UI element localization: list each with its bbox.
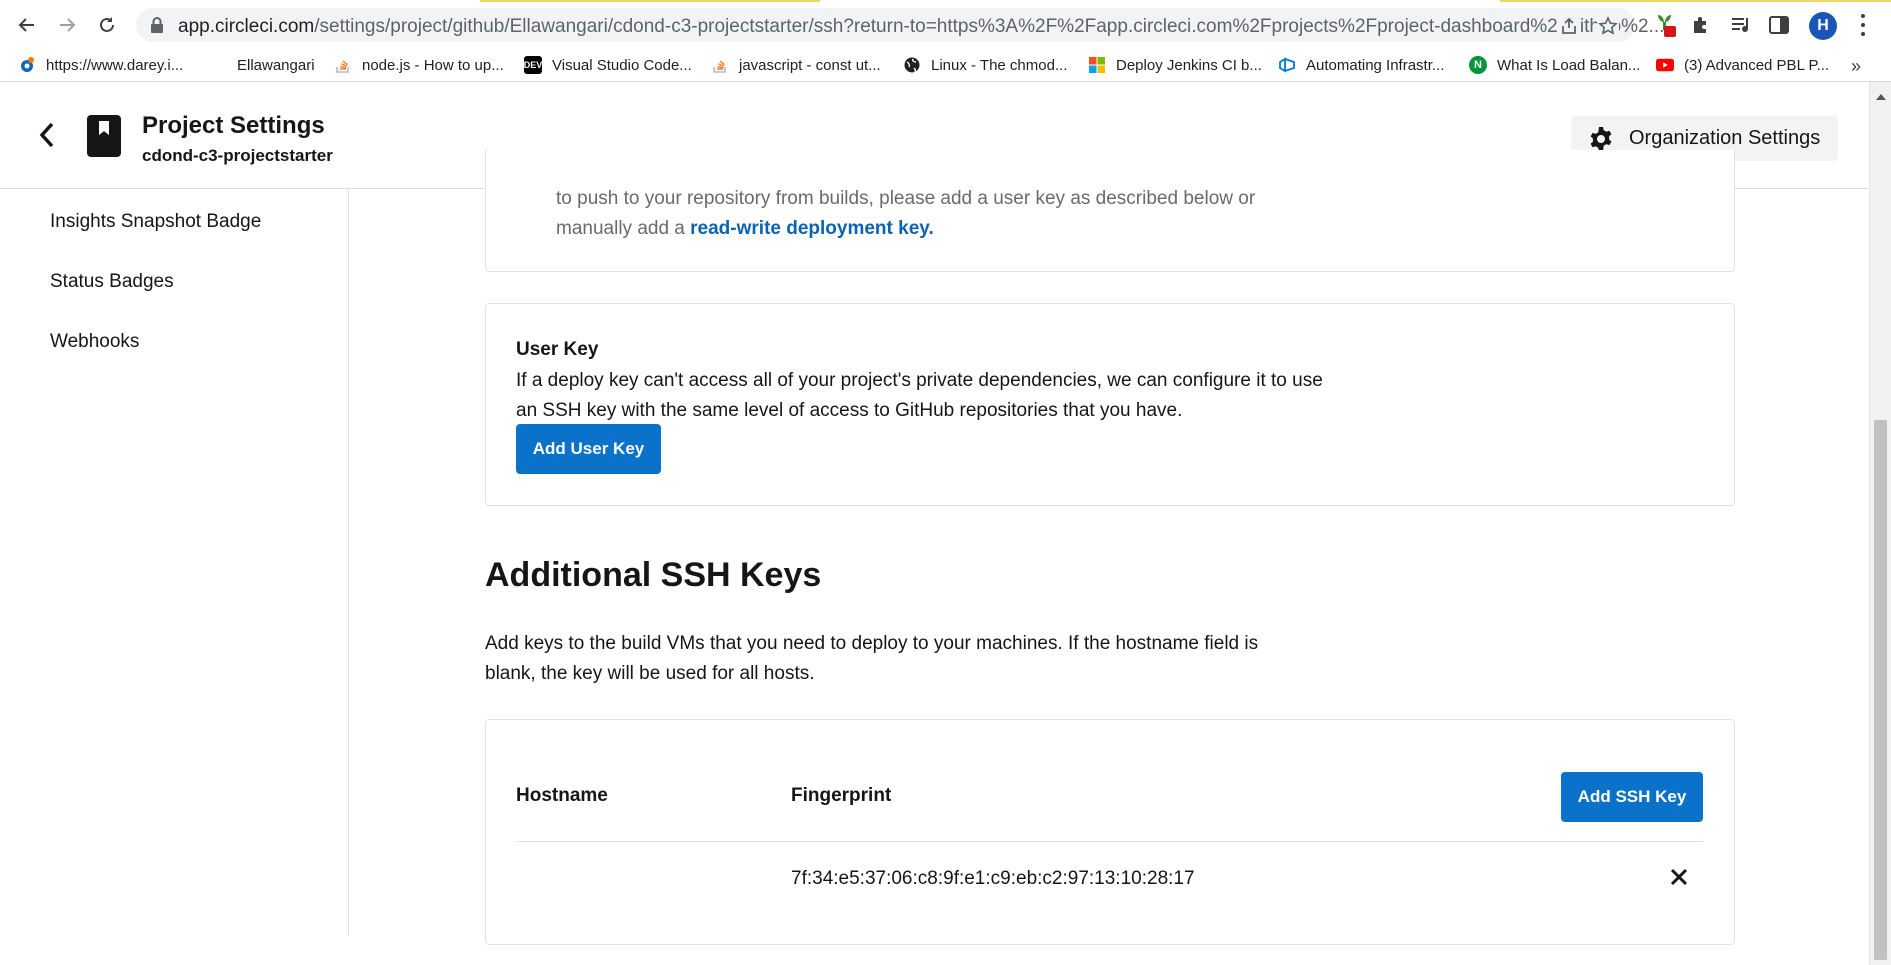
browser-chrome: app.circleci.com/settings/project/github… [0, 0, 1891, 82]
sidebar-item-status-badges[interactable]: Status Badges [50, 271, 174, 293]
bookmark-item[interactable]: DEV Visual Studio Code... [524, 54, 692, 76]
microsoft-icon [1088, 56, 1106, 74]
additional-ssh-keys-description: Add keys to the build VMs that you need … [485, 633, 1259, 684]
hostname-column-header: Hostname [516, 785, 608, 806]
additional-ssh-keys-heading: Additional SSH Keys [485, 556, 822, 594]
back-arrow-icon[interactable] [12, 10, 42, 40]
fingerprint-value: 7f:34:e5:37:06:c8:9f:e1:c9:eb:c2:97:13:1… [791, 868, 1195, 889]
scroll-up-arrow-icon[interactable] [1876, 94, 1886, 100]
lock-icon [150, 17, 164, 38]
profile-avatar[interactable]: H [1809, 12, 1837, 40]
star-icon[interactable] [1597, 15, 1619, 37]
darey-icon [18, 56, 36, 74]
user-key-card: User Key If a deploy key can't access al… [485, 303, 1735, 506]
organization-settings-label: Organization Settings [1629, 127, 1821, 149]
table-divider [516, 841, 1703, 842]
settings-sidebar: Insights Snapshot Badge Status Badges We… [0, 189, 349, 935]
project-name: cdond-c3-projectstarter [142, 146, 333, 165]
youtube-icon [1656, 56, 1674, 74]
side-panel-icon[interactable] [1766, 12, 1792, 38]
bookmarks-bar: https://www.darey.i... Ellawangari node.… [0, 50, 1891, 80]
url-text[interactable]: app.circleci.com/settings/project/github… [178, 16, 1678, 38]
bookmark-item[interactable]: N What Is Load Balan... [1469, 54, 1640, 76]
stackoverflow-icon [711, 56, 729, 74]
stackoverflow-icon [334, 56, 352, 74]
page-scrollbar[interactable] [1869, 82, 1891, 965]
dev-icon: DEV [524, 56, 542, 74]
reload-icon[interactable] [92, 10, 122, 40]
bookmark-item[interactable]: (3) Advanced PBL P... [1656, 54, 1829, 76]
read-write-deployment-key-link[interactable]: read-write deployment key [690, 218, 928, 239]
nginx-icon: N [1469, 56, 1487, 74]
address-bar[interactable]: app.circleci.com/settings/project/github… [136, 8, 1664, 42]
bookmark-item[interactable]: Ellawangari [237, 54, 315, 76]
puzzle-extensions-icon[interactable] [1688, 12, 1714, 38]
close-icon[interactable] [1668, 866, 1690, 888]
bookmark-item[interactable]: javascript - const ut... [711, 54, 881, 76]
gear-icon [1587, 125, 1615, 153]
bookmark-item[interactable]: Deploy Jenkins CI b... [1088, 54, 1262, 76]
more-bookmarks-icon[interactable]: » [1851, 56, 1861, 77]
user-key-description: If a deploy key can't access all of your… [516, 370, 1323, 421]
fingerprint-column-header: Fingerprint [791, 785, 892, 806]
add-ssh-key-button[interactable]: Add SSH Key [1561, 772, 1703, 822]
sidebar-item-insights-snapshot-badge[interactable]: Insights Snapshot Badge [50, 211, 261, 233]
share-icon[interactable] [1558, 15, 1580, 37]
globe-icon [903, 56, 921, 74]
bookmark-item[interactable]: Linux - The chmod... [903, 54, 1067, 76]
deploy-key-description: to push to your repository from builds, … [556, 188, 1256, 239]
user-key-title: User Key [516, 339, 599, 360]
azure-icon [1278, 56, 1296, 74]
bookmark-item[interactable]: Automating Infrastr... [1278, 54, 1444, 76]
deploy-key-card: to push to your repository from builds, … [485, 150, 1735, 272]
scrollbar-thumb[interactable] [1874, 420, 1887, 960]
media-queue-icon[interactable] [1728, 12, 1754, 38]
bookmark-item[interactable]: node.js - How to up... [334, 54, 504, 76]
project-book-icon [87, 115, 121, 157]
add-user-key-button[interactable]: Add User Key [516, 424, 661, 474]
chevron-left-icon[interactable] [34, 122, 60, 148]
sidebar-item-webhooks[interactable]: Webhooks [50, 331, 139, 353]
bookmark-item[interactable]: https://www.darey.i... [18, 54, 183, 76]
tab-strip-edge [0, 0, 1891, 2]
browser-menu-icon[interactable] [1857, 12, 1869, 38]
extension-plant-icon[interactable] [1652, 12, 1678, 38]
forward-arrow-icon[interactable] [52, 10, 82, 40]
page-title: Project Settings [142, 112, 325, 139]
ssh-keys-table-card: Hostname Fingerprint Add SSH Key 7f:34:e… [485, 719, 1735, 945]
